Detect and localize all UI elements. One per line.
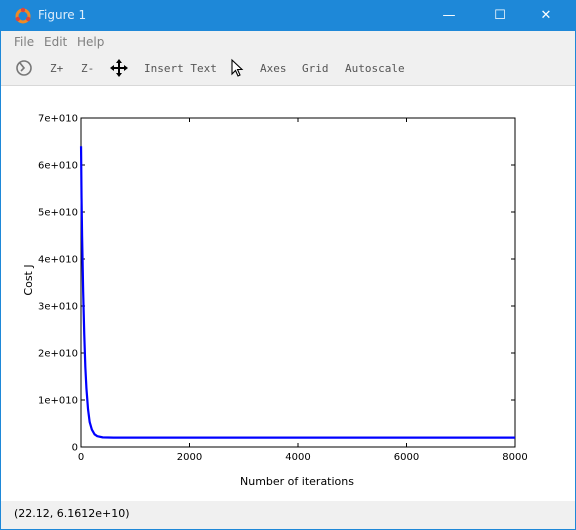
y-tick-label: 7e+010: [38, 114, 78, 125]
x-tick-label: 6000: [394, 452, 419, 463]
octave-app-icon: [15, 7, 31, 24]
plot-canvas[interactable]: 0 2000 4000 6000 8000 0 1e+010 2e+010 3e+010 4e+0…: [1, 86, 575, 501]
coordinate-readout: (22.12, 6.1612e+10): [14, 507, 130, 520]
toolbar: Z+ Z- Insert Text Axes Grid Autoscale: [1, 52, 575, 86]
menu-help[interactable]: Help: [77, 35, 104, 49]
x-axis-label: Number of iterations: [240, 475, 354, 488]
cost-chart[interactable]: 0 2000 4000 6000 8000 0 1e+010 2e+010 3e+010 4e+0…: [1, 86, 575, 501]
window-title: Figure 1: [38, 8, 87, 22]
zoom-in-button[interactable]: Z+: [50, 62, 63, 75]
status-bar: (22.12, 6.1612e+10): [1, 501, 575, 529]
x-tick-label: 0: [78, 452, 84, 463]
title-bar[interactable]: Figure 1 — ☐ ✕: [1, 1, 575, 31]
minimize-button[interactable]: —: [426, 1, 472, 31]
axes-button[interactable]: Axes: [260, 62, 287, 75]
x-tick-label: 2000: [177, 452, 202, 463]
y-tick-label: 5e+010: [38, 208, 78, 219]
y-tick-label: 3e+010: [38, 302, 78, 313]
zoom-out-button[interactable]: Z-: [81, 62, 94, 75]
y-tick-label: 4e+010: [38, 255, 78, 266]
minimize-icon: —: [442, 8, 456, 23]
x-tick-label: 8000: [502, 452, 527, 463]
y-tick-label: 1e+010: [38, 396, 78, 407]
y-tick-label: 6e+010: [38, 161, 78, 172]
rotate-icon[interactable]: [14, 58, 34, 78]
y-tick-label: 0: [72, 443, 78, 454]
x-tick-label: 4000: [285, 452, 310, 463]
grid-button[interactable]: Grid: [302, 62, 329, 75]
pan-icon[interactable]: [109, 58, 129, 78]
y-tick-label: 2e+010: [38, 349, 78, 360]
menu-bar: File Edit Help: [1, 31, 575, 52]
menu-edit[interactable]: Edit: [44, 35, 67, 49]
y-axis-label: Cost J: [22, 264, 35, 295]
insert-text-button[interactable]: Insert Text: [144, 62, 217, 75]
select-arrow-icon[interactable]: [227, 58, 247, 78]
maximize-button[interactable]: ☐: [477, 1, 523, 31]
maximize-icon: ☐: [494, 8, 506, 23]
close-button[interactable]: ✕: [523, 1, 569, 31]
menu-file[interactable]: File: [14, 35, 34, 49]
close-icon: ✕: [540, 8, 552, 23]
plot-box: [80, 117, 516, 448]
autoscale-button[interactable]: Autoscale: [345, 62, 405, 75]
figure-window: Figure 1 — ☐ ✕ File Edit Help Z+ Z- Inse…: [0, 0, 576, 530]
